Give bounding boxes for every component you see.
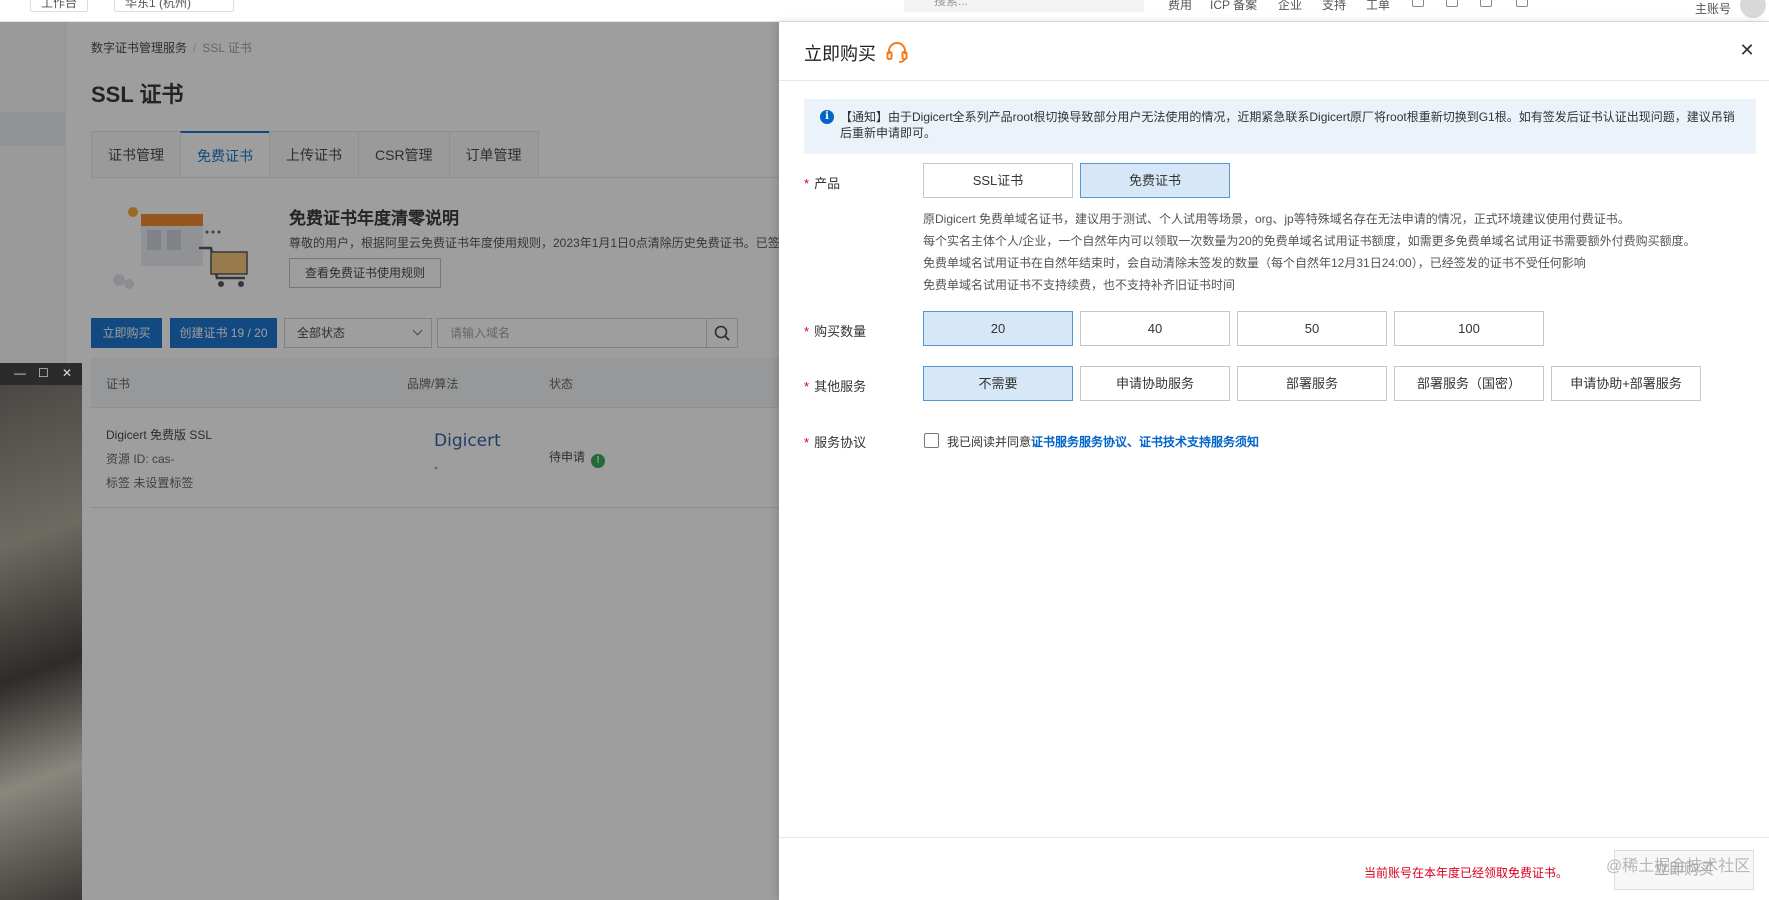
account-label[interactable]: 主账号 [1695, 0, 1731, 17]
region-label: 华东1 (杭州) [125, 0, 192, 10]
quantity-option-40[interactable]: 40 [1080, 311, 1230, 346]
notice-text: 【通知】由于Digicert全系列产品root根切换导致部分用户无法使用的情况，… [840, 110, 1735, 140]
cert-service-agreement-link[interactable]: 证书服务服务协议 [1031, 435, 1127, 449]
topbar-link-fee[interactable]: 费用 [1168, 0, 1192, 13]
required-marker: * [804, 324, 810, 339]
global-search-input[interactable]: 搜索... [904, 0, 1144, 12]
headset-icon[interactable] [885, 40, 909, 64]
product-option-free[interactable]: 免费证书 [1080, 163, 1230, 198]
description-line: 原Digicert 免费单域名证书，建议用于测试、个人试用等场景，org、jp等… [923, 212, 1630, 226]
drawer-overlay-mask[interactable] [0, 22, 779, 900]
topbar-link-ticket[interactable]: 工单 [1366, 0, 1390, 13]
info-icon: i [820, 110, 834, 124]
service-option-assist[interactable]: 申请协助服务 [1080, 366, 1230, 401]
description-line: 免费单域名试用证书在自然年结束时，会自动清除未签发的数量（每个自然年12月31日… [923, 256, 1586, 270]
quantity-option-50[interactable]: 50 [1237, 311, 1387, 346]
service-option-none[interactable]: 不需要 [923, 366, 1073, 401]
product-option-ssl[interactable]: SSL证书 [923, 163, 1073, 198]
floating-video-window[interactable]: — ☐ ✕ [0, 363, 82, 900]
global-search-placeholder: 搜索... [934, 0, 969, 8]
message-icon[interactable] [1412, 0, 1424, 7]
footer-warning: 当前账号在本年度已经领取免费证书。 [1364, 866, 1569, 880]
quantity-label: * 购买数量 [804, 321, 866, 340]
notice-alert: i 【通知】由于Digicert全系列产品root根切换导致部分用户无法使用的情… [804, 99, 1756, 154]
description-line: 每个实名主体个人/企业，一个自然年内可以领取一次数量为20的免费单域名试用证书额… [923, 234, 1696, 248]
cart-icon[interactable] [1480, 0, 1492, 7]
agreement-prefix: 我已阅读并同意 [947, 435, 1032, 449]
required-marker: * [804, 379, 810, 394]
agreement-label-text: 服务协议 [814, 435, 867, 450]
service-option-deploy-sm[interactable]: 部署服务（国密） [1394, 366, 1544, 401]
quantity-label-text: 购买数量 [814, 324, 867, 339]
video-frame [0, 385, 82, 900]
product-description: 原Digicert 免费单域名证书，建议用于测试、个人试用等场景，org、jp等… [923, 208, 1696, 296]
buy-now-drawer: 立即购买 ✕ i 【通知】由于Digicert全系列产品root根切换导致部分用… [779, 22, 1769, 900]
drawer-header: 立即购买 ✕ [779, 22, 1769, 81]
services-label-text: 其他服务 [814, 379, 867, 394]
services-label: * 其他服务 [804, 376, 866, 395]
tech-support-notice-link[interactable]: 证书技术支持服务须知 [1139, 435, 1259, 449]
topbar-link-enterprise[interactable]: 企业 [1278, 0, 1302, 13]
quantity-option-20[interactable]: 20 [923, 311, 1073, 346]
top-navigation-bar: 工作台 华东1 (杭州) 搜索... 费用 ICP 备案 企业 支持 工单 主账… [0, 0, 1769, 22]
topbar-link-icp[interactable]: ICP 备案 [1210, 0, 1257, 13]
agreement-checkbox[interactable] [924, 433, 939, 448]
watermark: @稀土掘金技术社区 [1606, 858, 1751, 875]
product-label-text: 产品 [814, 176, 841, 191]
required-marker: * [804, 435, 810, 450]
maximize-icon[interactable]: ☐ [38, 366, 49, 380]
close-icon[interactable]: ✕ [1739, 41, 1755, 59]
minimize-icon[interactable]: — [14, 366, 26, 380]
topbar-link-support[interactable]: 支持 [1322, 0, 1346, 13]
notification-icon[interactable] [1446, 0, 1458, 7]
help-icon[interactable] [1516, 0, 1528, 7]
close-icon[interactable]: ✕ [62, 366, 72, 380]
region-selector[interactable]: 华东1 (杭州) [114, 0, 234, 12]
avatar[interactable] [1740, 0, 1766, 18]
workbench-button[interactable]: 工作台 [30, 0, 89, 12]
agreement-text: 我已阅读并同意证书服务服务协议、证书技术支持服务须知 [947, 433, 1259, 450]
required-marker: * [804, 176, 810, 191]
quantity-option-100[interactable]: 100 [1394, 311, 1544, 346]
product-label: * 产品 [804, 173, 840, 192]
agreement-separator: 、 [1127, 435, 1140, 449]
video-title-bar: — ☐ ✕ [0, 363, 82, 385]
service-option-deploy[interactable]: 部署服务 [1237, 366, 1387, 401]
service-option-assist-deploy[interactable]: 申请协助+部署服务 [1551, 366, 1701, 401]
drawer-title: 立即购买 [804, 44, 876, 64]
workbench-label: 工作台 [41, 0, 78, 10]
agreement-label: * 服务协议 [804, 432, 866, 451]
description-line: 免费单域名试用证书不支持续费，也不支持补齐旧证书时间 [923, 278, 1236, 292]
